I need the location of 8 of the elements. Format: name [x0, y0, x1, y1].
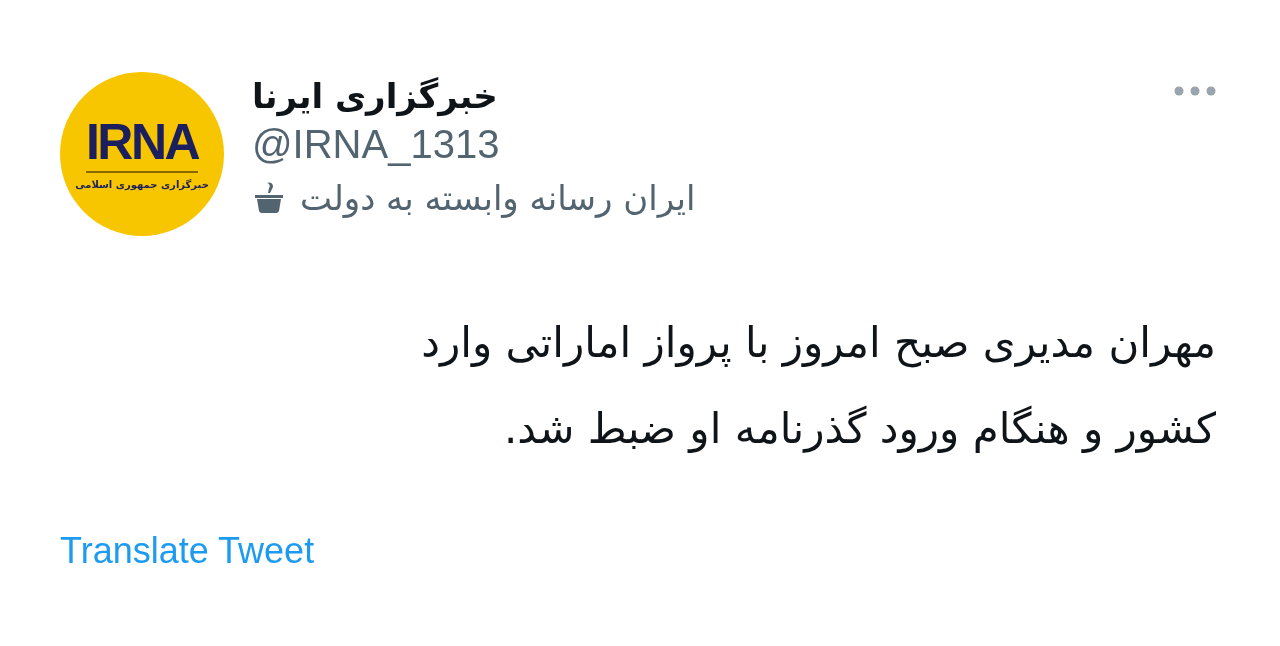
more-icon[interactable]	[1174, 86, 1216, 96]
podium-icon	[252, 181, 286, 215]
logo-subtitle: خبرگزاری جمهوری اسلامی	[75, 177, 209, 192]
logo-text: IRNA	[85, 116, 199, 173]
account-handle[interactable]: @IRNA_1313	[252, 118, 500, 170]
affiliation-label: ایران رسانه وابسته به دولت	[300, 177, 696, 220]
account-name[interactable]: خبرگزاری ایرنا	[252, 74, 498, 118]
tweet-text: مهران مدیری صبح امروز با پرواز اماراتی وارد کشور و هنگام ورود گذرنامه او ضبط شد.	[421, 317, 1216, 455]
